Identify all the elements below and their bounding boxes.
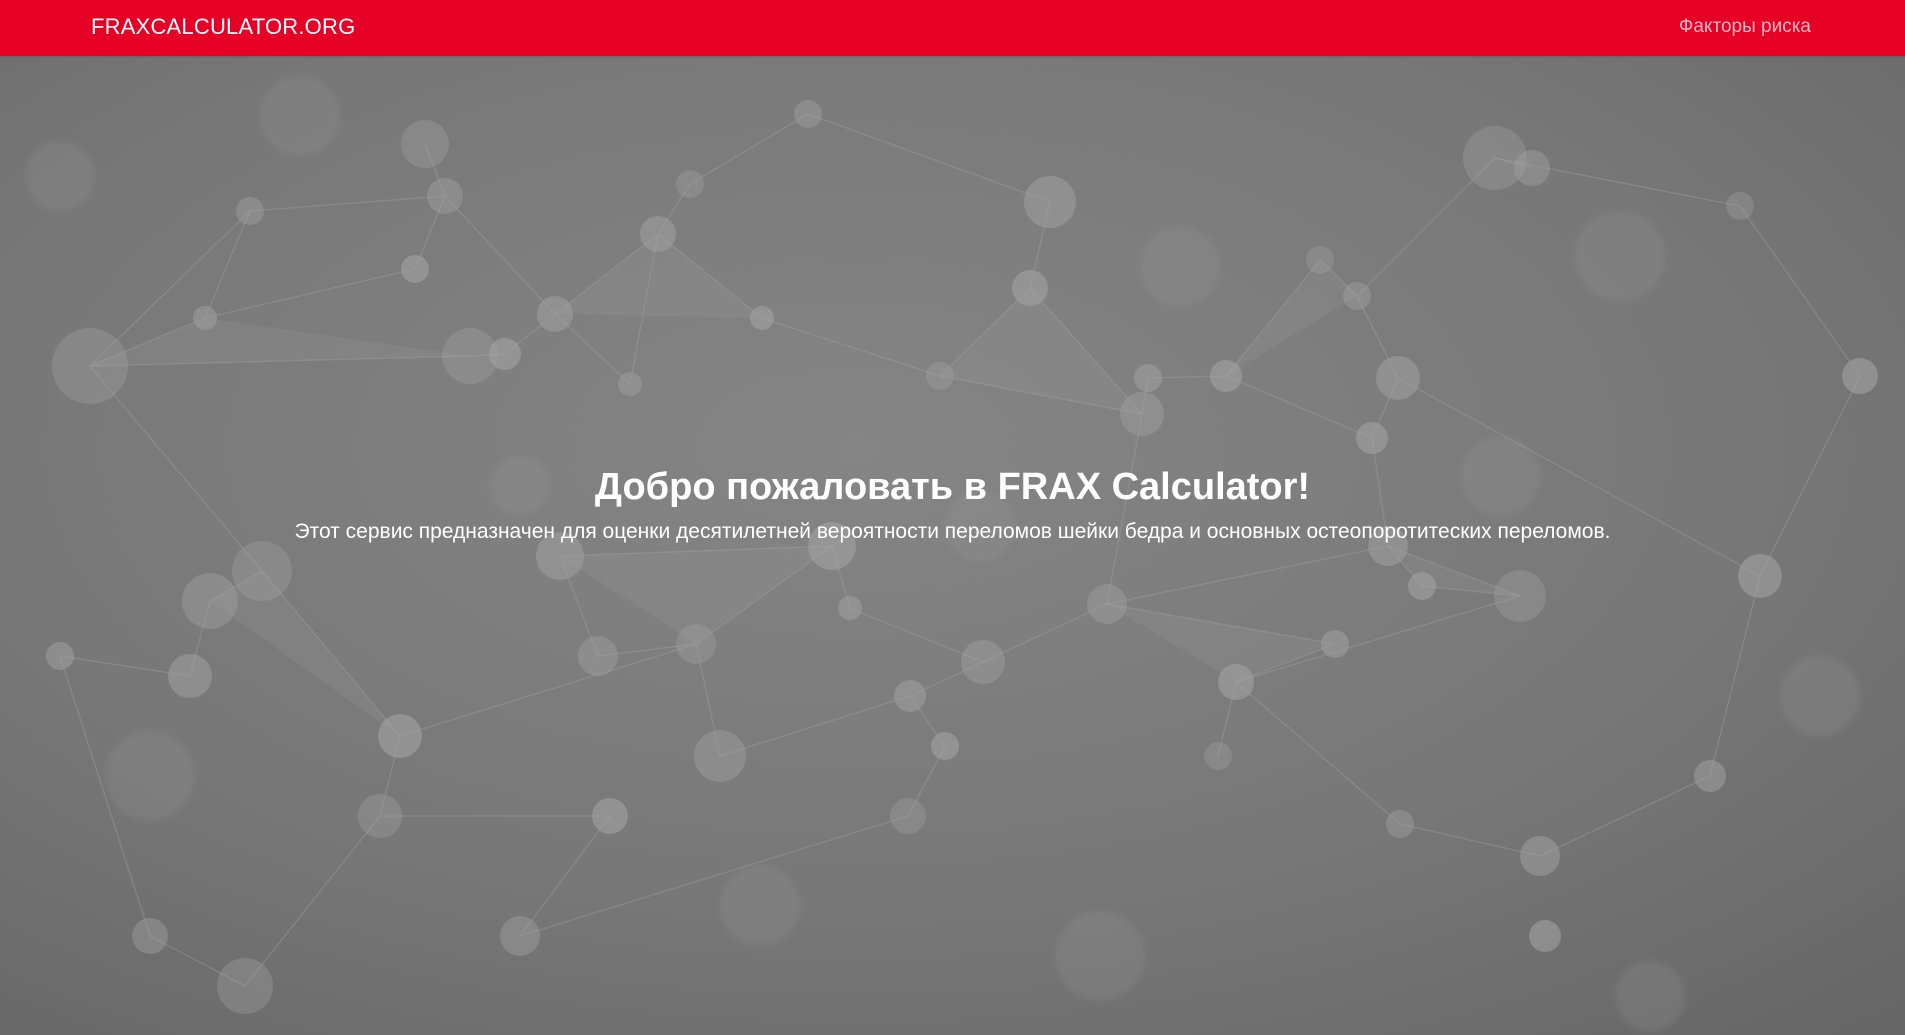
hero-section: Добро пожаловать в FRAX Calculator! Этот… bbox=[0, 56, 1905, 1035]
network-node bbox=[894, 680, 926, 712]
network-blur-node bbox=[1615, 961, 1685, 1031]
network-node bbox=[500, 916, 540, 956]
network-node bbox=[931, 732, 959, 760]
network-node bbox=[676, 170, 704, 198]
top-navbar: FRAXCALCULATOR.ORG Факторы риска bbox=[0, 0, 1905, 56]
network-node bbox=[1218, 664, 1254, 700]
network-node bbox=[182, 573, 238, 629]
hero-content: Добро пожаловать в FRAX Calculator! Этот… bbox=[0, 464, 1905, 546]
hero-subtitle: Этот сервис предназначен для оценки деся… bbox=[294, 520, 1611, 543]
network-node bbox=[1120, 392, 1164, 436]
network-node bbox=[132, 918, 168, 954]
network-node bbox=[427, 178, 463, 214]
network-node bbox=[52, 328, 128, 404]
network-node bbox=[1376, 356, 1420, 400]
network-node bbox=[1514, 150, 1550, 186]
hero-title: Добро пожаловать в FRAX Calculator! bbox=[594, 466, 1311, 508]
network-blur-node bbox=[25, 141, 95, 211]
page: FRAXCALCULATOR.ORG Факторы риска Добро п… bbox=[0, 0, 1905, 1035]
network-blur-node bbox=[105, 731, 195, 821]
network-node bbox=[442, 328, 498, 384]
network-node bbox=[168, 654, 212, 698]
network-node bbox=[1738, 554, 1782, 598]
network-blur-node bbox=[1140, 226, 1220, 306]
network-node bbox=[1386, 810, 1414, 838]
network-node bbox=[1529, 920, 1561, 952]
network-node bbox=[750, 306, 774, 330]
network-node bbox=[401, 255, 429, 283]
network-node bbox=[358, 794, 402, 838]
network-node bbox=[1520, 836, 1560, 876]
network-node bbox=[1726, 192, 1754, 220]
network-node bbox=[1306, 246, 1334, 274]
network-node bbox=[46, 642, 74, 670]
network-blur-node bbox=[260, 76, 340, 156]
network-node bbox=[1210, 360, 1242, 392]
network-blur-node bbox=[1780, 656, 1860, 736]
network-blur-node bbox=[720, 866, 800, 946]
network-node bbox=[1842, 358, 1878, 394]
network-node bbox=[578, 636, 618, 676]
network-node bbox=[378, 714, 422, 758]
network-node bbox=[1134, 364, 1162, 392]
network-node bbox=[537, 296, 573, 332]
network-node bbox=[236, 197, 264, 225]
network-node bbox=[890, 798, 926, 834]
nav-link-risk-factors[interactable]: Факторы риска bbox=[1679, 16, 1811, 38]
network-node bbox=[676, 624, 716, 664]
network-node bbox=[926, 362, 954, 390]
network-node bbox=[1343, 282, 1371, 310]
network-node bbox=[1204, 742, 1232, 770]
network-node bbox=[694, 730, 746, 782]
network-node bbox=[232, 541, 292, 601]
network-node bbox=[1012, 270, 1048, 306]
network-blur-node bbox=[1575, 211, 1665, 301]
network-node bbox=[1494, 570, 1546, 622]
network-node bbox=[592, 798, 628, 834]
network-node bbox=[961, 640, 1005, 684]
network-node bbox=[640, 216, 676, 252]
network-node bbox=[193, 306, 217, 330]
brand-link[interactable]: FRAXCALCULATOR.ORG bbox=[91, 14, 355, 40]
network-node bbox=[1356, 422, 1388, 454]
network-node bbox=[1087, 584, 1127, 624]
network-node bbox=[838, 596, 862, 620]
network-node bbox=[1408, 572, 1436, 600]
network-node bbox=[1694, 760, 1726, 792]
network-node bbox=[1321, 630, 1349, 658]
network-node bbox=[217, 958, 273, 1014]
network-node bbox=[794, 100, 822, 128]
network-node bbox=[401, 120, 449, 168]
network-node bbox=[618, 372, 642, 396]
network-node bbox=[1024, 176, 1076, 228]
network-blur-node bbox=[1055, 911, 1145, 1001]
